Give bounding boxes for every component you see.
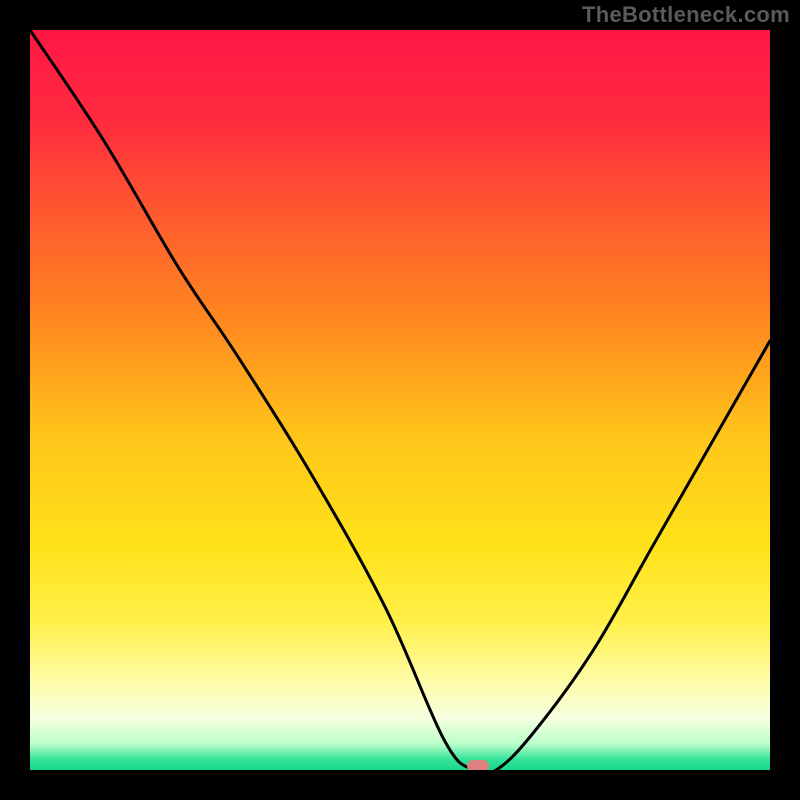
optimal-point-marker bbox=[467, 760, 489, 770]
watermark-text: TheBottleneck.com bbox=[582, 2, 790, 28]
chart-frame: TheBottleneck.com bbox=[0, 0, 800, 800]
plot-area bbox=[30, 30, 770, 770]
bottleneck-curve bbox=[30, 30, 770, 770]
